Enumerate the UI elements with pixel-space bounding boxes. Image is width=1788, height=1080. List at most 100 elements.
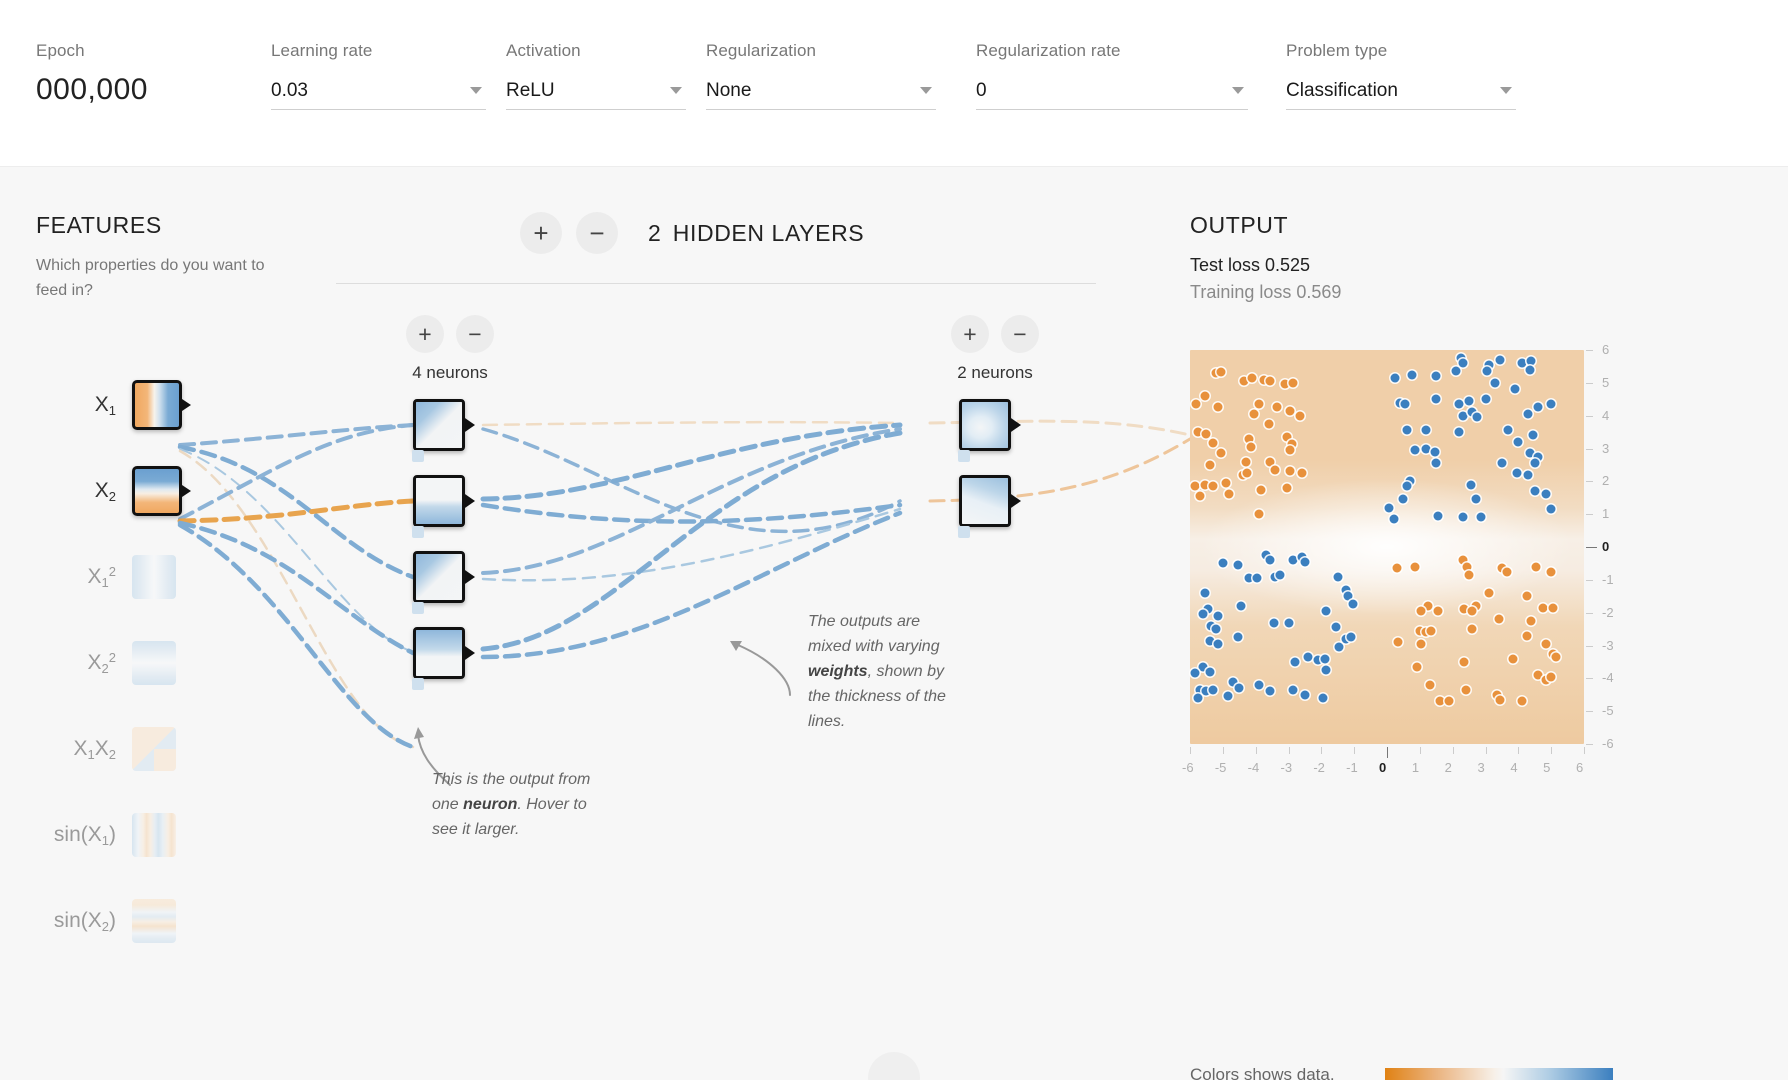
- data-point: [1482, 366, 1492, 376]
- data-point: [1517, 358, 1527, 368]
- data-point: [1254, 399, 1264, 409]
- bias-indicator[interactable]: [412, 602, 424, 614]
- data-point: [1416, 606, 1426, 616]
- data-point: [1464, 570, 1474, 580]
- bias-indicator[interactable]: [412, 678, 424, 690]
- y-tick-label: 4: [1602, 407, 1610, 423]
- x-tick-label: -1: [1346, 760, 1358, 775]
- neuron-thumbnail: [416, 554, 462, 600]
- remove-neuron-layer-2-button[interactable]: −: [1001, 315, 1039, 353]
- x-tick-mark: [1255, 747, 1257, 754]
- connector-arrow-icon: [1008, 416, 1021, 434]
- data-point: [1211, 624, 1221, 634]
- data-point: [1490, 378, 1500, 388]
- data-point: [1191, 399, 1201, 409]
- control-toolbar: Epoch 000,000 Learning rate 0.03 Activat…: [0, 0, 1788, 167]
- data-point: [1208, 481, 1218, 491]
- y-tick-label: -5: [1602, 703, 1614, 719]
- bottom-handle[interactable]: [868, 1052, 920, 1080]
- x-tick-label: -6: [1182, 760, 1194, 775]
- features-subtitle: Which properties do you want to feed in?: [36, 257, 265, 299]
- data-point: [1288, 378, 1298, 388]
- regularization-rate-select[interactable]: 0: [976, 74, 1248, 110]
- neuron-thumbnail: [962, 478, 1008, 524]
- annotation-weights-bold: weights: [808, 663, 868, 680]
- x-tick-label: 6: [1576, 760, 1584, 775]
- feature-item-sin-x1[interactable]: sin(X1): [36, 792, 266, 878]
- feature-item-x1[interactable]: X1: [36, 362, 266, 448]
- remove-neuron-layer-1-button[interactable]: −: [456, 315, 494, 353]
- data-point: [1216, 448, 1226, 458]
- data-point: [1205, 667, 1215, 677]
- bias-indicator[interactable]: [412, 450, 424, 462]
- features-list: X1 X2 X12 X22 X1X2 sin(X1) sin(X2): [36, 362, 266, 964]
- data-point: [1236, 601, 1246, 611]
- add-neuron-layer-1-button[interactable]: +: [406, 315, 444, 353]
- data-point: [1265, 555, 1275, 565]
- neuron-thumbnail: [962, 402, 1008, 448]
- bias-indicator[interactable]: [412, 526, 424, 538]
- remove-layer-button[interactable]: −: [576, 212, 618, 254]
- data-point: [1533, 402, 1543, 412]
- data-point: [1398, 494, 1408, 504]
- neuron-layer1-4[interactable]: [412, 627, 475, 690]
- data-point: [1530, 458, 1540, 468]
- neuron-layer2-2[interactable]: [958, 475, 1021, 538]
- epoch-readout: Epoch 000,000: [36, 40, 271, 112]
- y-tick-mark: [1586, 382, 1593, 384]
- connector-arrow-icon: [462, 492, 475, 510]
- data-point: [1435, 696, 1445, 706]
- learning-rate-select[interactable]: 0.03: [271, 74, 486, 110]
- feature-item-x2-squared[interactable]: X22: [36, 620, 266, 706]
- problem-type-select[interactable]: Classification: [1286, 74, 1516, 110]
- data-point: [1502, 567, 1512, 577]
- data-point: [1458, 411, 1468, 421]
- data-point: [1290, 657, 1300, 667]
- feature-label-x2: X2: [94, 478, 116, 504]
- data-point: [1201, 429, 1211, 439]
- x-tick-mark: [1584, 747, 1585, 754]
- output-heatmap[interactable]: [1190, 350, 1584, 744]
- data-point: [1454, 427, 1464, 437]
- neuron-layer1-3[interactable]: [412, 551, 475, 614]
- data-point: [1433, 606, 1443, 616]
- data-point: [1546, 504, 1556, 514]
- add-neuron-layer-2-button[interactable]: +: [951, 315, 989, 353]
- feature-item-x1-squared[interactable]: X12: [36, 534, 266, 620]
- data-point: [1528, 430, 1538, 440]
- feature-item-x2[interactable]: X2: [36, 448, 266, 534]
- output-title: OUTPUT: [1190, 212, 1289, 238]
- data-point: [1247, 373, 1257, 383]
- data-point: [1300, 557, 1310, 567]
- sin-x1-icon: [132, 813, 176, 857]
- data-point: [1390, 373, 1400, 383]
- activation-select[interactable]: ReLU: [506, 74, 686, 110]
- data-point: [1513, 437, 1523, 447]
- data-point: [1300, 690, 1310, 700]
- data-point: [1265, 376, 1275, 386]
- x-tick-mark: [1387, 747, 1388, 758]
- y-tick-mark: [1586, 415, 1593, 417]
- x-tick-mark: [1354, 747, 1356, 754]
- neuron-layer2-1[interactable]: [958, 399, 1021, 462]
- feature-item-sin-x2[interactable]: sin(X2): [36, 878, 266, 964]
- data-point: [1523, 470, 1533, 480]
- regularization-select[interactable]: None: [706, 74, 936, 110]
- bias-indicator[interactable]: [958, 450, 970, 462]
- bias-indicator[interactable]: [958, 526, 970, 538]
- neuron-layer1-1[interactable]: [412, 399, 475, 462]
- data-point: [1426, 626, 1436, 636]
- y-tick-label: 2: [1602, 473, 1610, 489]
- feature-item-x1x2[interactable]: X1X2: [36, 706, 266, 792]
- data-point: [1190, 481, 1200, 491]
- data-point: [1295, 411, 1305, 421]
- data-point: [1256, 485, 1266, 495]
- x-tick-label: -2: [1313, 760, 1325, 775]
- neuron-layer1-2[interactable]: [412, 475, 475, 538]
- features-panel: FEATURES Which properties do you want to…: [36, 212, 266, 303]
- annotation-neuron-output: This is the output from one neuron. Hove…: [432, 767, 597, 842]
- data-point: [1297, 468, 1307, 478]
- neuron-thumbnail: [416, 478, 462, 524]
- feature-label-x1: X1: [94, 392, 116, 418]
- add-layer-button[interactable]: +: [520, 212, 562, 254]
